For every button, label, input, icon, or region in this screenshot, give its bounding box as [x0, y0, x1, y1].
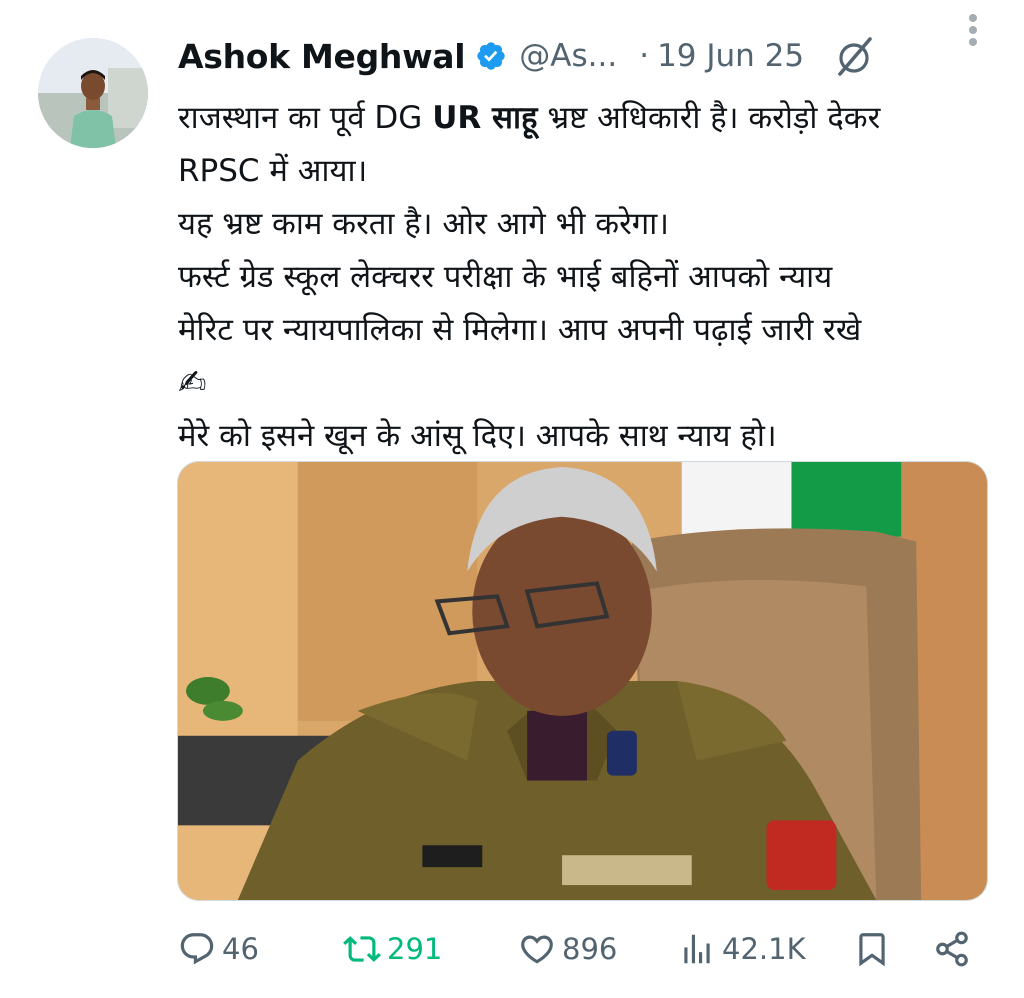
share-button[interactable] — [933, 930, 971, 968]
officer-photo — [178, 462, 987, 900]
like-icon — [521, 935, 553, 964]
views-icon — [684, 934, 710, 964]
tweet-line-7: मेरे को इसने खून के आंसू दिए। आपके साथ न… — [178, 418, 777, 454]
separator-dot: · — [639, 38, 650, 74]
tweet-line-4: फर्स्ट ग्रेड स्कूल लेक्चरर परीक्षा के भा… — [178, 259, 833, 295]
repost-icon — [343, 936, 381, 962]
bookmark-icon — [859, 933, 885, 967]
author-name[interactable]: Ashok Meghwal — [178, 37, 466, 76]
like-count: 896 — [562, 932, 618, 966]
author-avatar[interactable] — [38, 38, 148, 148]
tweet-line-3: यह भ्रष्ट काम करता है। ओर आगे भी करेगा। — [178, 206, 670, 242]
repost-button[interactable]: 291 — [343, 930, 442, 968]
views-button[interactable]: 42.1K — [678, 930, 806, 968]
reply-button[interactable]: 46 — [178, 930, 259, 968]
reply-icon — [180, 933, 214, 965]
share-icon — [936, 931, 968, 967]
tweet-line-1: राजस्थान का पूर्व DG UR साहू भ्रष्ट अधिक… — [178, 100, 881, 136]
author-handle[interactable]: @As... — [519, 38, 617, 74]
bold-name: UR साहू — [432, 100, 538, 136]
avatar-photo — [38, 38, 148, 148]
tweet-line-2: RPSC में आया। — [178, 153, 368, 189]
tweet-media-photo[interactable] — [177, 461, 988, 901]
tweet-action-bar: 46 291 896 42.1K — [178, 920, 978, 982]
views-count: 42.1K — [722, 932, 806, 966]
more-options-icon[interactable] — [962, 10, 984, 50]
verified-badge-icon — [477, 42, 505, 70]
reply-count: 46 — [222, 932, 259, 966]
tweet-date[interactable]: 19 Jun 25 — [657, 38, 804, 74]
like-button[interactable]: 896 — [518, 930, 617, 968]
tweet-header: Ashok Meghwal @As... · 19 Jun 25 — [178, 28, 984, 84]
grok-icon[interactable] — [832, 34, 876, 78]
tweet-line-5: मेरिट पर न्यायपालिका से मिलेगा। आप अपनी … — [178, 312, 862, 348]
repost-count: 291 — [387, 932, 443, 966]
writing-hand-emoji: ✍ — [178, 363, 207, 403]
tweet-text: राजस्थान का पूर्व DG UR साहू भ्रष्ट अधिक… — [178, 92, 998, 463]
bookmark-button[interactable] — [853, 930, 891, 968]
